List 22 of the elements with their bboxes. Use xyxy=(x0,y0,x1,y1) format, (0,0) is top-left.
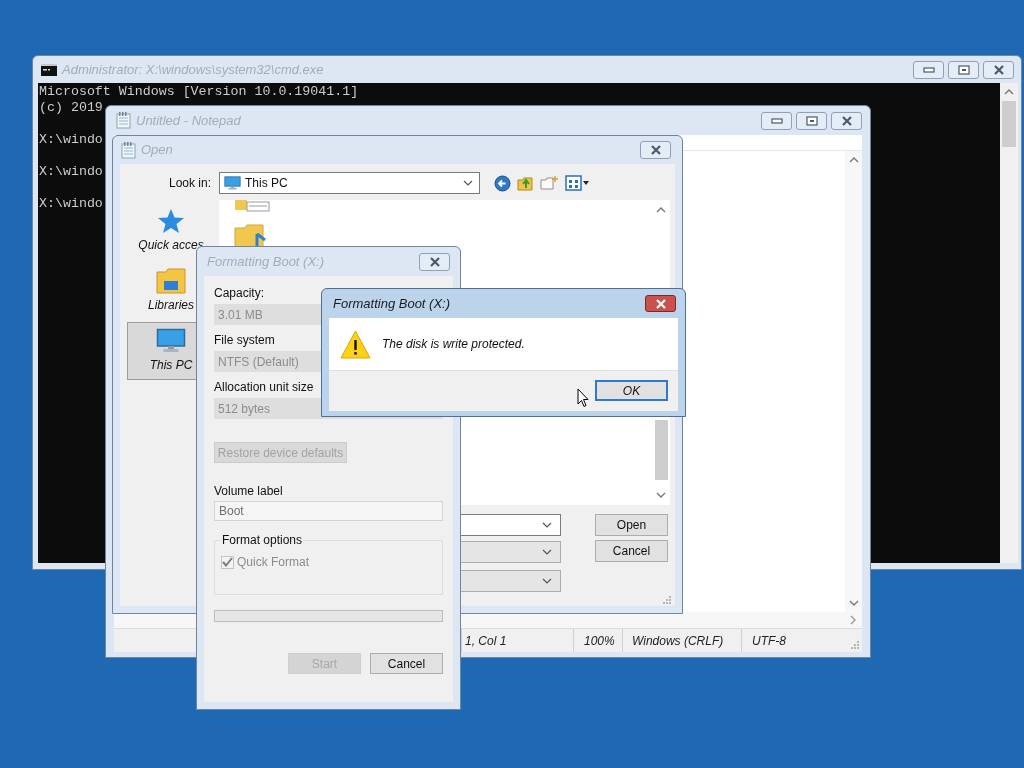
console-line: Microsoft Windows [Version 10.0.19041.1] xyxy=(39,84,359,100)
status-text: 100% xyxy=(584,632,615,650)
status-text: Windows (CRLF) xyxy=(632,632,724,650)
status-text: UTF-8 xyxy=(752,632,786,650)
checkbox-label: Quick Format xyxy=(237,554,309,571)
look-in-label: Look in: xyxy=(167,175,212,192)
window-title: Open xyxy=(141,141,173,160)
window-title: Formatting Boot (X:) xyxy=(333,294,451,313)
message-text: The disk is write protected. xyxy=(382,336,525,353)
field-label: File system xyxy=(214,332,275,348)
console-line: X:\windo xyxy=(39,196,103,212)
console-line: X:\windo xyxy=(39,132,103,148)
window-title: Administrator: X:\windows\system32\cmd.exe xyxy=(62,60,324,79)
status-text: 1, Col 1 xyxy=(465,632,507,650)
console-line: (c) 2019 xyxy=(39,100,103,116)
field-label: Capacity: xyxy=(214,285,265,301)
window-title: Formatting Boot (X:) xyxy=(207,252,325,271)
field-label: Volume label xyxy=(214,483,283,499)
window-title: Untitled - Notepad xyxy=(136,111,241,130)
field-label: Allocation unit size xyxy=(214,379,314,395)
console-line: X:\windo xyxy=(39,164,103,180)
group-label: Format options xyxy=(220,533,305,547)
